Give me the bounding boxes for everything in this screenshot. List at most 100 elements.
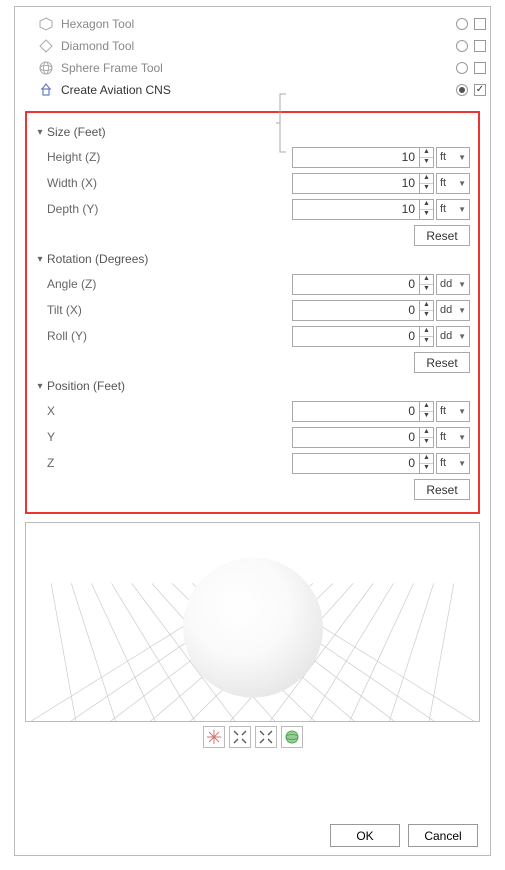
- arrow-down-icon: ▼: [420, 285, 433, 294]
- arrow-down-icon: ▼: [420, 438, 433, 447]
- field-label: Roll (Y): [47, 329, 137, 343]
- spinner[interactable]: ▲▼: [420, 326, 434, 347]
- rotation-heading[interactable]: ▾ Rotation (Degrees): [35, 252, 470, 266]
- tool-label: Create Aviation CNS: [61, 83, 456, 97]
- unit-select[interactable]: ft▼: [436, 147, 470, 168]
- checkbox[interactable]: [474, 40, 486, 52]
- link-bracket-icon[interactable]: [276, 122, 288, 192]
- checkbox[interactable]: [474, 84, 486, 96]
- section-title: Position (Feet): [47, 379, 125, 393]
- rotation-roll-row: Roll (Y) ▲▼ dd▼: [47, 324, 470, 348]
- section-title: Size (Feet): [47, 125, 106, 139]
- arrow-down-icon: ▼: [420, 311, 433, 320]
- size-height-row: Height (Z) ▲▼ ft▼: [47, 145, 470, 169]
- unit-select[interactable]: ft▼: [436, 199, 470, 220]
- unit-select[interactable]: dd▼: [436, 300, 470, 321]
- spinner[interactable]: ▲▼: [420, 401, 434, 422]
- position-z-input[interactable]: [292, 453, 420, 474]
- radio[interactable]: [456, 18, 468, 30]
- position-x-row: X ▲▼ ft▼: [47, 399, 470, 423]
- tilt-input[interactable]: [292, 300, 420, 321]
- hexagon-icon: [37, 15, 55, 33]
- arrow-down-icon: ▼: [420, 464, 433, 473]
- dialog-footer: OK Cancel: [15, 822, 490, 847]
- spinner[interactable]: ▲▼: [420, 453, 434, 474]
- preview-fit-button[interactable]: [229, 726, 251, 748]
- unit-select[interactable]: ft▼: [436, 427, 470, 448]
- arrow-up-icon: ▲: [420, 454, 433, 464]
- arrow-up-icon: ▲: [420, 301, 433, 311]
- depth-input[interactable]: [292, 199, 420, 220]
- arrow-up-icon: ▲: [420, 275, 433, 285]
- tool-aviation-cns[interactable]: Create Aviation CNS: [15, 79, 490, 101]
- dialog-panel: Hexagon Tool Diamond Tool Sphere Frame T…: [14, 6, 491, 856]
- ok-button[interactable]: OK: [330, 824, 400, 847]
- diamond-icon: [37, 37, 55, 55]
- arrow-up-icon: ▲: [420, 327, 433, 337]
- field-label: Height (Z): [47, 150, 137, 164]
- rotation-tilt-row: Tilt (X) ▲▼ dd▼: [47, 298, 470, 322]
- chevron-down-icon: ▼: [458, 332, 466, 341]
- chevron-down-icon: ▼: [458, 205, 466, 214]
- position-y-input[interactable]: [292, 427, 420, 448]
- arrow-up-icon: ▲: [420, 200, 433, 210]
- radio[interactable]: [456, 84, 468, 96]
- arrow-up-icon: ▲: [420, 174, 433, 184]
- position-reset-button[interactable]: Reset: [414, 479, 470, 500]
- spinner[interactable]: ▲▼: [420, 199, 434, 220]
- radio[interactable]: [456, 62, 468, 74]
- spinner[interactable]: ▲▼: [420, 427, 434, 448]
- arrow-down-icon: ▼: [420, 337, 433, 346]
- spinner[interactable]: ▲▼: [420, 147, 434, 168]
- roll-input[interactable]: [292, 326, 420, 347]
- chevron-down-icon: ▼: [458, 179, 466, 188]
- field-label: Depth (Y): [47, 202, 137, 216]
- preview-grid-button[interactable]: [203, 726, 225, 748]
- unit-select[interactable]: dd▼: [436, 326, 470, 347]
- checkbox[interactable]: [474, 18, 486, 30]
- unit-select[interactable]: ft▼: [436, 173, 470, 194]
- preview-expand-button[interactable]: [255, 726, 277, 748]
- spinner[interactable]: ▲▼: [420, 173, 434, 194]
- width-input[interactable]: [292, 173, 420, 194]
- arrow-up-icon: ▲: [420, 402, 433, 412]
- arrow-down-icon: ▼: [420, 184, 433, 193]
- tool-diamond[interactable]: Diamond Tool: [15, 35, 490, 57]
- rotation-angle-row: Angle (Z) ▲▼ dd▼: [47, 272, 470, 296]
- preview-3d[interactable]: [25, 522, 480, 722]
- size-heading[interactable]: ▾ Size (Feet): [35, 125, 470, 139]
- chevron-down-icon: ▾: [35, 381, 45, 392]
- field-label: X: [47, 404, 137, 418]
- section-title: Rotation (Degrees): [47, 252, 148, 266]
- chevron-down-icon: ▼: [458, 459, 466, 468]
- unit-select[interactable]: dd▼: [436, 274, 470, 295]
- unit-select[interactable]: ft▼: [436, 401, 470, 422]
- rotation-reset-button[interactable]: Reset: [414, 352, 470, 373]
- angle-input[interactable]: [292, 274, 420, 295]
- spinner[interactable]: ▲▼: [420, 300, 434, 321]
- spinner[interactable]: ▲▼: [420, 274, 434, 295]
- unit-select[interactable]: ft▼: [436, 453, 470, 474]
- height-input[interactable]: [292, 147, 420, 168]
- preview-toolbar: [15, 726, 490, 748]
- properties-panel: ▾ Size (Feet) Height (Z) ▲▼ ft▼ Width (X…: [25, 111, 480, 514]
- radio[interactable]: [456, 40, 468, 52]
- cancel-button[interactable]: Cancel: [408, 824, 478, 847]
- arrow-up-icon: ▲: [420, 428, 433, 438]
- size-reset-button[interactable]: Reset: [414, 225, 470, 246]
- position-y-row: Y ▲▼ ft▼: [47, 425, 470, 449]
- position-heading[interactable]: ▾ Position (Feet): [35, 379, 470, 393]
- tool-sphere-frame[interactable]: Sphere Frame Tool: [15, 57, 490, 79]
- tool-hexagon[interactable]: Hexagon Tool: [15, 13, 490, 35]
- preview-sphere: [183, 558, 323, 698]
- chevron-down-icon: ▼: [458, 433, 466, 442]
- size-depth-row: Depth (Y) ▲▼ ft▼: [47, 197, 470, 221]
- checkbox[interactable]: [474, 62, 486, 74]
- chevron-down-icon: ▼: [458, 306, 466, 315]
- chevron-down-icon: ▾: [35, 254, 45, 265]
- position-x-input[interactable]: [292, 401, 420, 422]
- arrow-down-icon: ▼: [420, 210, 433, 219]
- tool-list: Hexagon Tool Diamond Tool Sphere Frame T…: [15, 7, 490, 107]
- size-width-row: Width (X) ▲▼ ft▼: [47, 171, 470, 195]
- preview-globe-button[interactable]: [281, 726, 303, 748]
